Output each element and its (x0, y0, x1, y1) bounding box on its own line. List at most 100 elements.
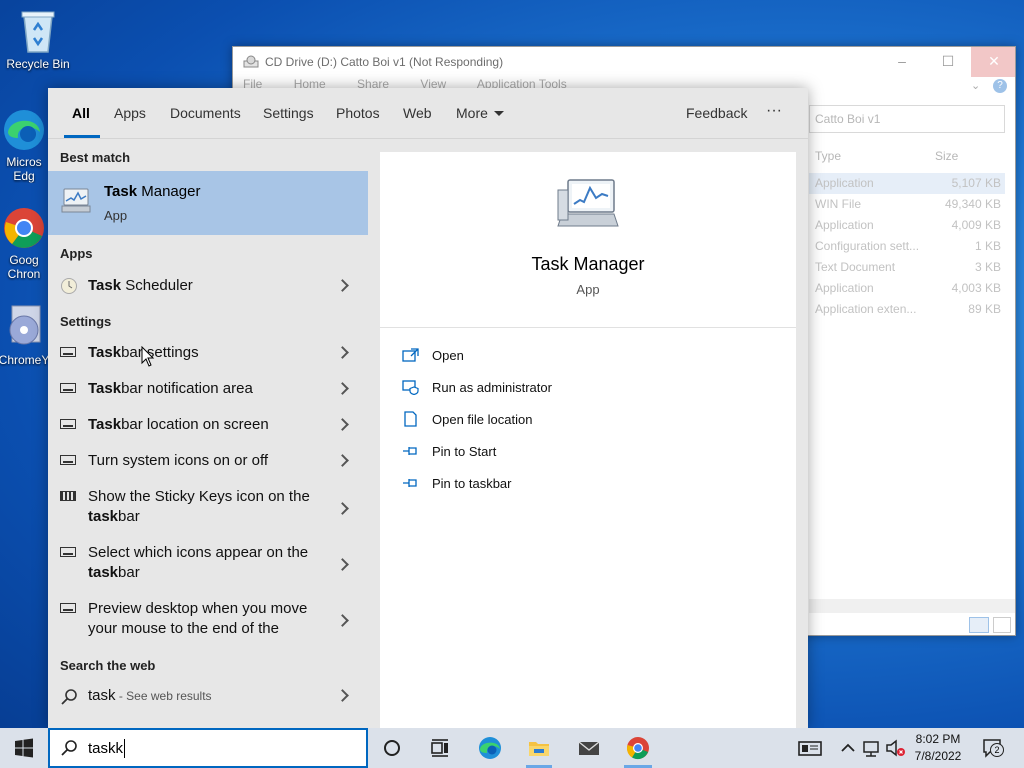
preview-title: Task Manager (531, 254, 645, 274)
desktop-icon-label: Goog Chron (7, 253, 41, 281)
more-options-button[interactable]: ··· (766, 102, 782, 120)
chevron-right-icon[interactable] (336, 417, 350, 431)
maximize-button[interactable]: ☐ (925, 47, 971, 77)
result-task-scheduler[interactable]: Task Scheduler (48, 264, 368, 308)
edge-icon (4, 110, 44, 150)
taskbar-settings-icon (60, 547, 76, 557)
network-icon[interactable] (860, 736, 884, 760)
best-match-heading: Best match (60, 150, 131, 165)
tab-documents[interactable]: Documents (170, 105, 241, 121)
task-manager-icon (61, 188, 91, 213)
search-web-heading: Search the web (60, 658, 156, 673)
action-pin-to-taskbar[interactable]: Pin to taskbar (402, 475, 512, 491)
chevron-right-icon[interactable] (336, 345, 350, 359)
taskbar-settings-icon (60, 347, 76, 357)
chevron-right-icon[interactable] (336, 381, 350, 395)
preview-pane: Task Manager App Open Run as administrat… (380, 152, 796, 728)
task-scheduler-icon (61, 278, 77, 294)
taskbar-settings-icon (60, 383, 76, 393)
file-row[interactable]: Configuration sett... 1 KB (809, 236, 1005, 257)
result-select-icons[interactable]: Select which icons appear on the taskbar (48, 533, 368, 589)
action-pin-to-start[interactable]: Pin to Start (402, 443, 496, 459)
result-sticky-keys[interactable]: Show the Sticky Keys icon on the taskbar (48, 477, 368, 533)
chevron-right-icon[interactable] (336, 613, 350, 627)
widgets-icon[interactable] (428, 736, 452, 760)
action-open-file-location[interactable]: Open file location (402, 411, 532, 427)
column-header-size[interactable]: Size (935, 149, 958, 163)
preview-subtitle: App (576, 282, 600, 297)
action-open[interactable]: Open (402, 347, 464, 363)
file-explorer-icon[interactable] (527, 736, 551, 760)
tab-all[interactable]: All (72, 105, 90, 121)
taskbar-search-box[interactable]: taskk (48, 728, 368, 768)
search-icon (61, 689, 77, 705)
minimize-button[interactable]: – (879, 47, 925, 77)
explorer-titlebar[interactable]: CD Drive (D:) Catto Boi v1 (Not Respondi… (233, 47, 1015, 77)
horizontal-scrollbar[interactable] (809, 599, 1015, 613)
shield-icon (402, 380, 419, 395)
volume-muted-icon[interactable] (884, 736, 908, 760)
feedback-button[interactable]: Feedback (686, 105, 747, 121)
file-row[interactable]: WIN File 49,340 KB (809, 194, 1005, 215)
caret-down-icon (493, 111, 504, 116)
tab-web[interactable]: Web (403, 105, 432, 121)
chrome-icon[interactable] (626, 736, 650, 760)
desktop-icon-edge[interactable]: Micros Edg (0, 108, 52, 183)
best-match-result[interactable]: Task Manager App (48, 171, 368, 235)
desktop-icon-chrome[interactable]: Goog Chron (0, 206, 52, 281)
search-panel: All Apps Documents Settings Photos Web M… (48, 88, 808, 728)
edge-icon[interactable] (478, 736, 502, 760)
tab-settings[interactable]: Settings (263, 105, 314, 121)
notification-count-badge: 2 (990, 743, 1004, 757)
system-clock[interactable]: 8:02 PM 7/8/2022 (906, 731, 970, 765)
large-icons-view-icon[interactable] (993, 617, 1011, 633)
action-run-as-administrator[interactable]: Run as administrator (402, 379, 552, 395)
details-view-icon[interactable] (969, 617, 989, 633)
drive-icon (243, 55, 259, 68)
explorer-status-bar (809, 613, 1015, 635)
clock-date: 7/8/2022 (914, 749, 962, 763)
chevron-right-icon[interactable] (336, 278, 350, 292)
chrome-setup-icon (9, 305, 41, 345)
open-icon (402, 348, 419, 362)
column-header-type[interactable]: Type (815, 149, 841, 163)
clock-time: 8:02 PM (915, 732, 961, 746)
mail-icon[interactable] (577, 736, 601, 760)
tab-more[interactable]: More (456, 105, 504, 121)
notification-center-button[interactable]: 2 (982, 738, 1004, 758)
task-manager-large-icon (557, 179, 619, 227)
desktop-icon-recycle-bin[interactable]: Recycle Bin (0, 8, 76, 71)
tab-photos[interactable]: Photos (336, 105, 380, 121)
help-icon[interactable]: ? (993, 79, 1007, 93)
chevron-down-icon[interactable]: ⌄ (971, 79, 980, 92)
file-row[interactable]: Text Document 3 KB (809, 257, 1005, 278)
recycle-bin-icon (21, 11, 55, 53)
windows-start-icon[interactable] (12, 736, 36, 760)
chevron-right-icon[interactable] (336, 501, 350, 515)
desktop-icon-chromesetup[interactable]: ChromeY (0, 302, 52, 367)
keyboard-input-icon[interactable] (798, 736, 822, 760)
text-caret (124, 739, 125, 758)
task-view-icon[interactable] (380, 736, 404, 760)
explorer-search-input[interactable]: Catto Boi v1 (809, 105, 1005, 133)
keyboard-icon (60, 491, 76, 501)
explorer-file-list: Catto Boi v1 Type Size Application 5,107 … (809, 105, 1015, 635)
search-filter-tabs: All Apps Documents Settings Photos Web M… (48, 88, 808, 139)
file-row[interactable]: Application 5,107 KB (809, 173, 1005, 194)
chrome-icon (4, 208, 44, 248)
result-web-search[interactable]: task - See web results (48, 676, 368, 720)
desktop-icon-label: ChromeY (0, 353, 50, 367)
best-match-kind: App (104, 208, 128, 223)
tab-apps[interactable]: Apps (114, 105, 146, 121)
chevron-up-icon[interactable] (836, 736, 860, 760)
result-preview-desktop[interactable]: Preview desktop when you move your mouse … (48, 589, 368, 645)
chevron-right-icon[interactable] (336, 453, 350, 467)
chevron-right-icon[interactable] (336, 557, 350, 571)
file-row[interactable]: Application 4,009 KB (809, 215, 1005, 236)
close-button[interactable]: ✕ (971, 47, 1015, 77)
file-row[interactable]: Application 4,003 KB (809, 278, 1005, 299)
file-row[interactable]: Application exten... 89 KB (809, 299, 1005, 320)
preview-header: Task Manager App (380, 152, 796, 328)
search-input[interactable]: taskk (88, 740, 123, 757)
chevron-right-icon[interactable] (336, 688, 350, 702)
